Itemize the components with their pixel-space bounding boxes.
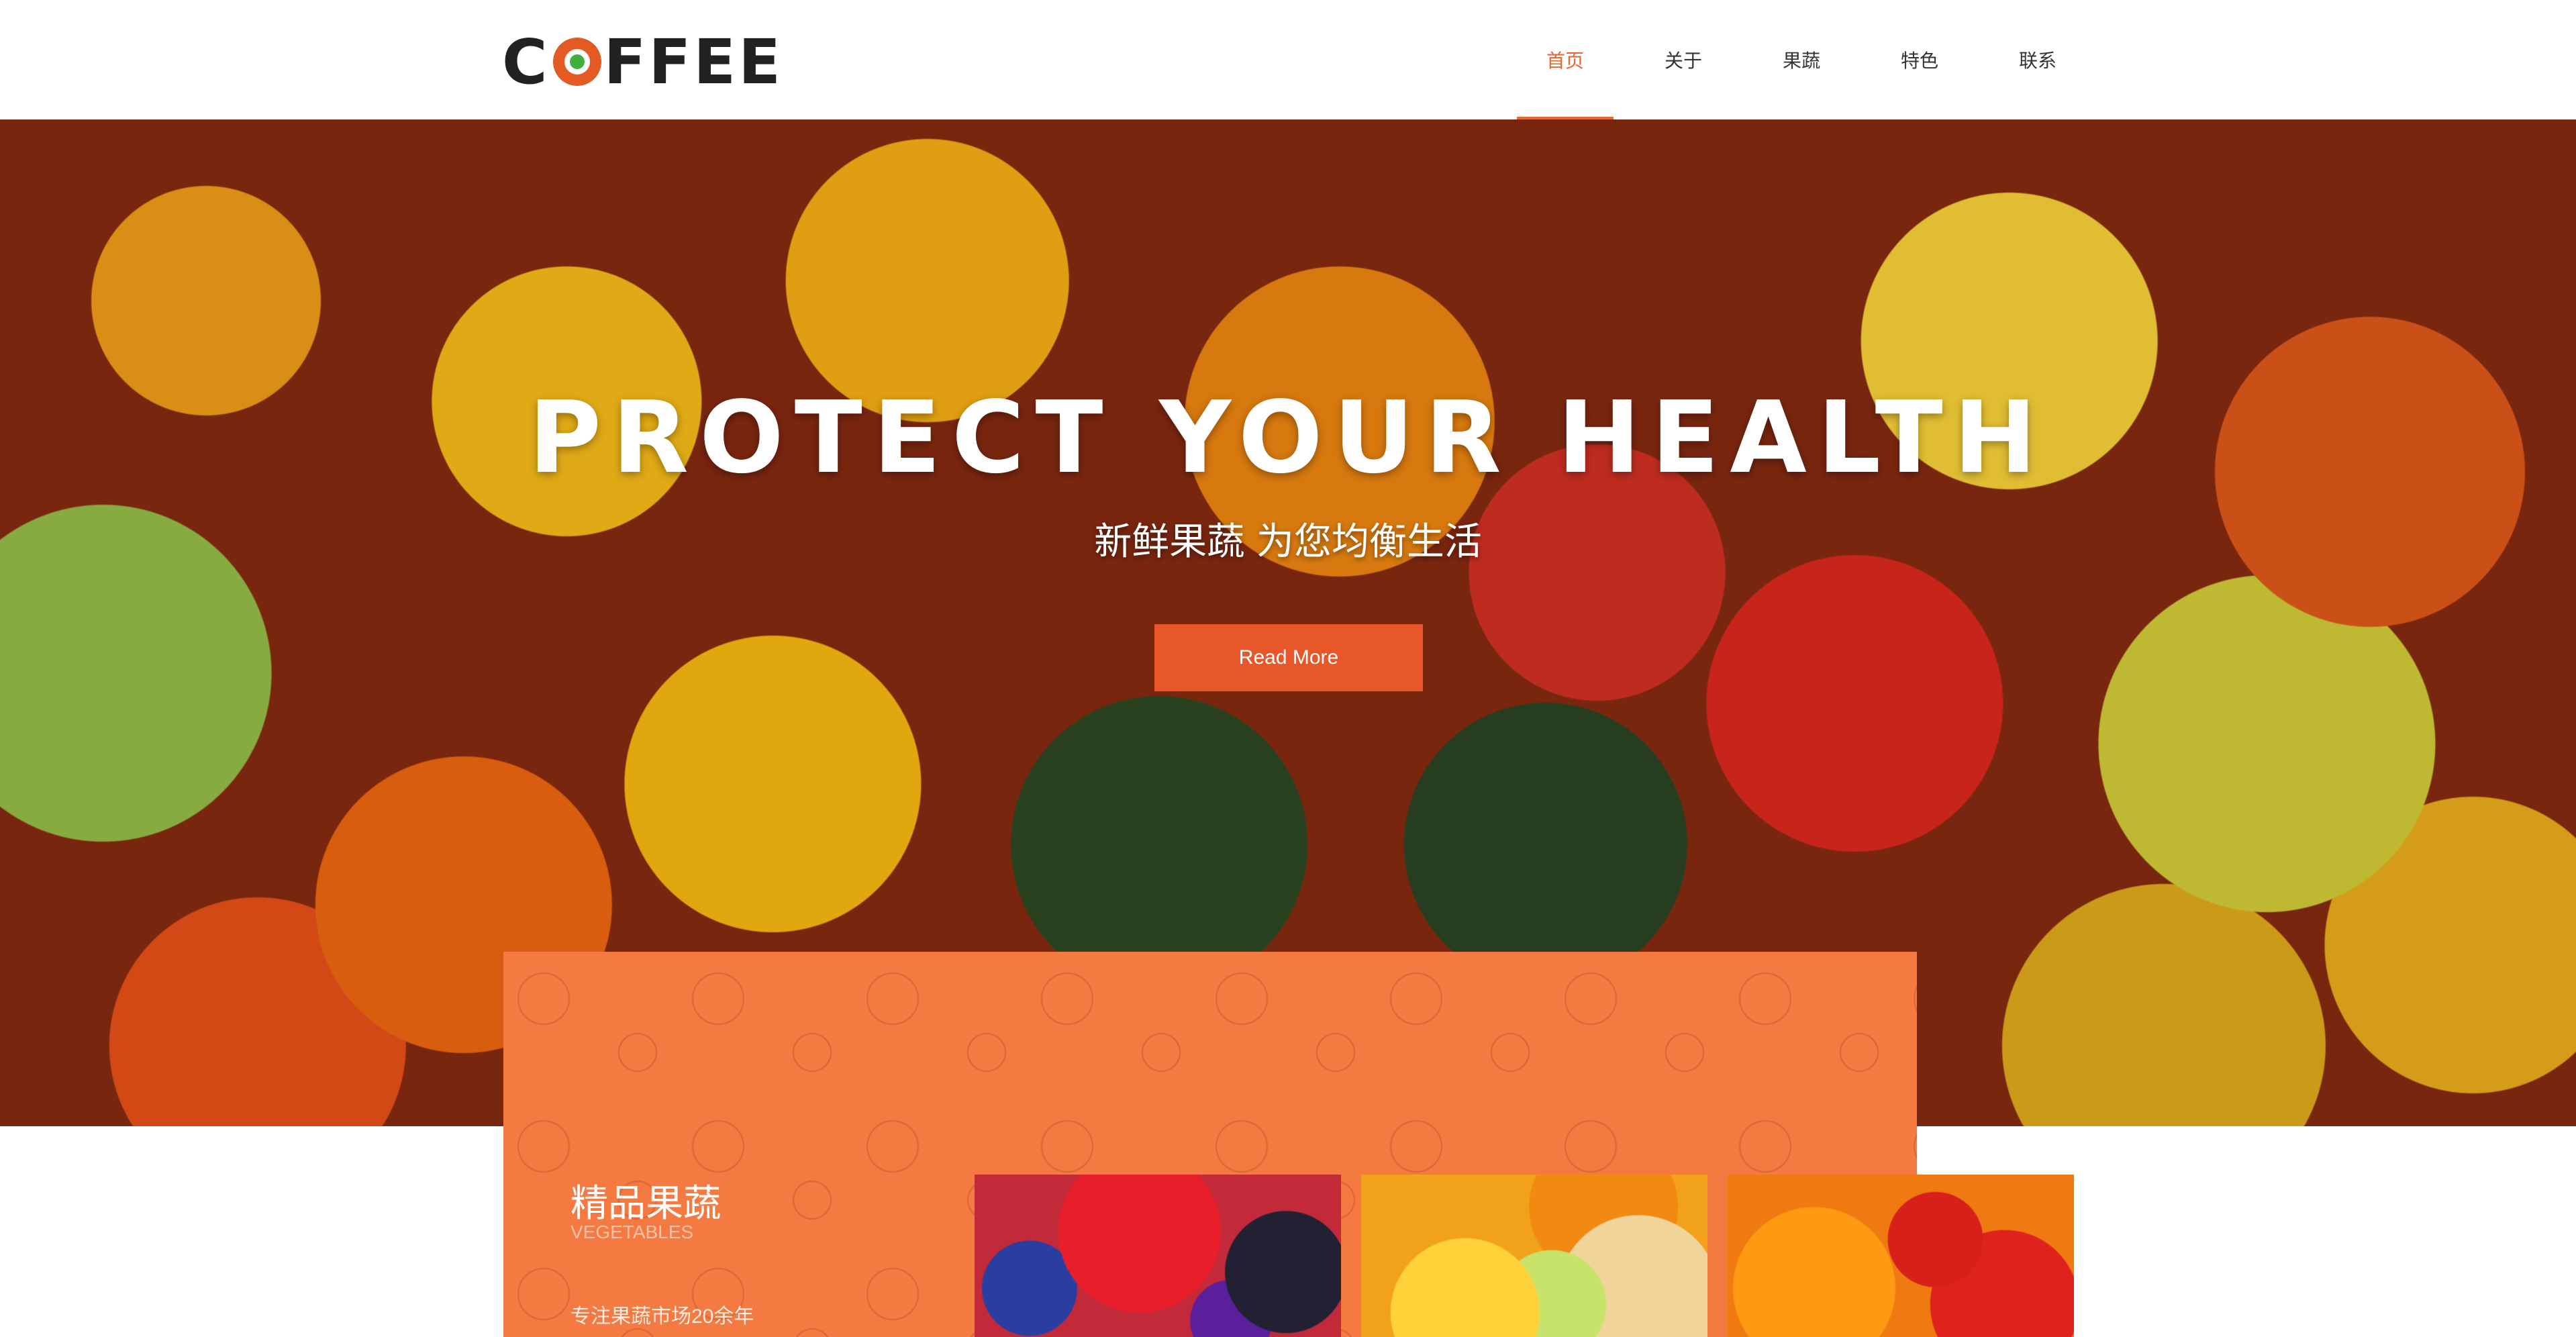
main-nav: 首页 关于 果蔬 特色 联系 (1506, 0, 2097, 119)
hero-subtitle: 新鲜果蔬 为您均衡生活 (1094, 520, 1482, 564)
hero-title: PROTECT YOUR HEALTH (528, 380, 2048, 495)
feature-heading: 精品果蔬 (571, 1182, 721, 1224)
read-more-button[interactable]: Read More (1154, 624, 1423, 691)
berries-thumbnail[interactable] (975, 1175, 1341, 1337)
tomatoes-thumbnail[interactable] (1728, 1175, 2074, 1337)
site-header: C FFEE 首页 关于 果蔬 特色 联系 (0, 0, 2576, 119)
nav-item-contact[interactable]: 联系 (1979, 0, 2097, 119)
logo-letter-c: C (502, 26, 550, 98)
nav-item-about[interactable]: 关于 (1624, 0, 1742, 119)
feature-subheading: VEGETABLES (571, 1222, 694, 1242)
site-logo[interactable]: C FFEE (502, 26, 783, 98)
logo-letters-ffee: FFEE (603, 26, 783, 98)
feature-description: 专注果蔬市场20余年 (571, 1305, 754, 1328)
nav-item-home[interactable]: 首页 (1506, 0, 1624, 119)
nav-item-produce[interactable]: 果蔬 (1742, 0, 1861, 119)
nav-item-features[interactable]: 特色 (1861, 0, 1979, 119)
citrus-thumbnail[interactable] (1361, 1175, 1707, 1337)
logo-o-icon (552, 38, 601, 86)
